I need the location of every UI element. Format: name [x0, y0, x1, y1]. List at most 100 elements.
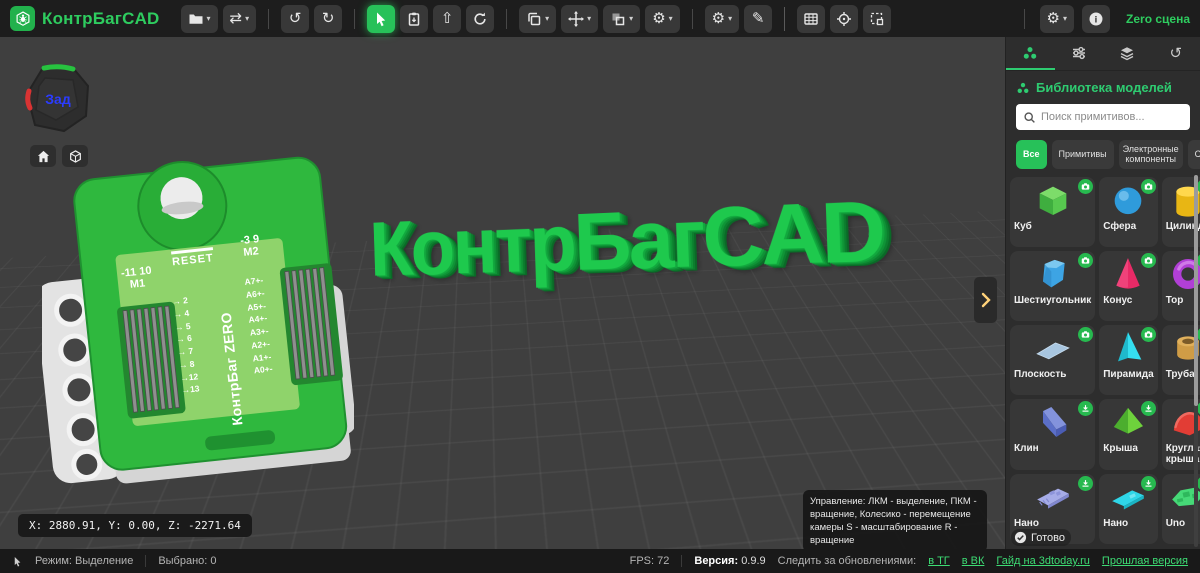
- cursor-icon: [14, 556, 21, 566]
- redo-icon: ↻: [321, 9, 335, 27]
- model-card-nano-cyan[interactable]: Нано: [1099, 473, 1158, 544]
- history-icon: ↺: [1169, 43, 1183, 62]
- clipboard-icon: [408, 12, 420, 26]
- gears-icon: ⚙: [652, 9, 666, 27]
- model-name: Куб: [1014, 220, 1032, 232]
- undo-button[interactable]: ↺: [281, 4, 310, 33]
- folder-icon: [189, 14, 203, 24]
- crosshair-icon: [837, 11, 852, 26]
- tab-properties[interactable]: [1055, 37, 1104, 70]
- filter-community[interactable]: Сообщ: [1187, 140, 1200, 169]
- controller-model-object[interactable]: -11 10 M1 RESET -3 9 M2 КонтрБаг ZERO → …: [35, 149, 356, 485]
- import-export-button[interactable]: ⇄ ▾: [222, 4, 257, 33]
- redo-button[interactable]: ↻: [314, 4, 343, 33]
- move-arrows-icon: [568, 10, 585, 27]
- edit-pencil-button[interactable]: ✎: [744, 4, 773, 33]
- fps-label: FPS: 72: [629, 555, 670, 567]
- cached-badge-icon: [1078, 252, 1094, 268]
- toolbar-divider: [268, 8, 270, 29]
- move-tool-button[interactable]: ▾: [561, 4, 599, 33]
- model-name: Клин: [1014, 442, 1039, 454]
- search-box: [1016, 104, 1190, 130]
- toolbar-divider: [784, 6, 786, 31]
- check-circle-icon: [1014, 531, 1027, 544]
- duplicate-tool-button[interactable]: ▾: [603, 4, 641, 33]
- top-toolbar: КонтрБагCAD ▾ ⇄ ▾ ↺ ↻ ⇧ ▾ ▾ ▾ ⚙ ▾ ⚙ ▾ ✎ …: [0, 0, 1200, 37]
- chevron-down-icon: ▾: [245, 14, 250, 23]
- model-name: Нано: [1103, 517, 1129, 529]
- status-toast-text: Готово: [1031, 531, 1065, 544]
- view-cube-face-label: Зад: [45, 91, 71, 107]
- export-up-button[interactable]: ⇧: [433, 4, 462, 33]
- tab-model-library[interactable]: [1006, 37, 1055, 70]
- grid-toggle-button[interactable]: [797, 4, 826, 33]
- library-scrollbar[interactable]: [1194, 174, 1198, 547]
- model-card-plane[interactable]: Плоскость: [1010, 324, 1096, 395]
- tab-history[interactable]: ↺: [1152, 37, 1200, 70]
- chevron-down-icon: ▾: [587, 14, 592, 23]
- search-input[interactable]: [1041, 111, 1183, 123]
- modifiers-button[interactable]: ⚙ ▾: [645, 4, 680, 33]
- model-card-wedge[interactable]: Клин: [1010, 398, 1096, 470]
- cached-badge-icon: [1140, 252, 1156, 268]
- primitives-icon: [1017, 82, 1029, 93]
- scrollbar-thumb[interactable]: [1194, 174, 1198, 406]
- svg-text:i: i: [1095, 14, 1098, 25]
- model-name: Пирамида: [1103, 368, 1154, 380]
- sidebar-collapse-button[interactable]: [974, 277, 997, 323]
- app-settings-button[interactable]: ⚙ ▾: [1039, 4, 1075, 33]
- filter-all[interactable]: Все: [1016, 140, 1047, 169]
- chevron-down-icon: ▾: [1063, 14, 1068, 23]
- info-icon: i: [1089, 12, 1103, 25]
- chevron-right-icon: [981, 292, 991, 308]
- version-value: 0.9.9: [741, 555, 766, 567]
- view-cube[interactable]: Зад: [18, 59, 98, 139]
- version-label: Версия:: [694, 555, 739, 567]
- right-sidebar: ↺ Библиотека моделей Все Примитивы Элект…: [1005, 37, 1200, 549]
- mode-label: Режим: Выделение: [35, 555, 134, 567]
- filter-electronics[interactable]: Электронные компоненты: [1118, 140, 1183, 169]
- gear-icon: ⚙: [711, 9, 726, 27]
- sync-button[interactable]: [466, 4, 495, 33]
- gear-icon: ⚙: [1046, 9, 1060, 27]
- download-badge-icon: [1078, 400, 1094, 416]
- model-card-cone[interactable]: Конус: [1099, 250, 1158, 321]
- previous-version-link[interactable]: Прошлая версия: [1102, 555, 1188, 567]
- layers-icon: [1120, 46, 1134, 60]
- statusbar-right-group: FPS: 72 Версия: 0.9.9 Следить за обновле…: [630, 555, 1188, 567]
- model-card-hex-prism[interactable]: Шестиугольник: [1010, 250, 1096, 321]
- model-card-cube[interactable]: Куб: [1010, 176, 1096, 247]
- app-window: КонтрБагCAD ▾ ⇄ ▾ ↺ ↻ ⇧ ▾ ▾ ▾ ⚙ ▾ ⚙ ▾ ✎ …: [0, 0, 1200, 573]
- select-tool-button[interactable]: [367, 4, 396, 33]
- info-button[interactable]: i: [1082, 4, 1111, 33]
- guide-link[interactable]: Гайд на 3dtoday.ru: [996, 555, 1090, 567]
- app-title: КонтрБагCAD: [42, 8, 160, 28]
- model-name: Конус: [1103, 294, 1133, 306]
- tab-layers[interactable]: [1103, 37, 1152, 70]
- vk-link[interactable]: в ВК: [962, 555, 985, 567]
- statusbar-divider: [145, 555, 147, 567]
- arrow-up-icon: ⇧: [440, 9, 454, 27]
- paste-button[interactable]: [400, 4, 429, 33]
- model-card-roof[interactable]: Крыша: [1099, 398, 1158, 470]
- viewport-3d-canvas[interactable]: Зад -11 10 M1 RESET -3 9 M2 КонтрБаг ZER…: [0, 37, 1005, 549]
- cached-badge-icon: [1078, 178, 1094, 194]
- cursor-icon: [377, 12, 386, 26]
- origin-button[interactable]: [830, 4, 859, 33]
- library-title: Библиотека моделей: [1036, 80, 1172, 95]
- scene-3d-text-object[interactable]: КонтрБагCAD: [368, 175, 1005, 294]
- toolbar-divider: [506, 8, 508, 29]
- copy-tool-button[interactable]: ▾: [519, 4, 557, 33]
- model-name: Сфера: [1103, 220, 1137, 232]
- filter-primitives[interactable]: Примитивы: [1051, 140, 1114, 169]
- cached-badge-icon: [1140, 326, 1156, 342]
- primitives-icon: [1024, 46, 1037, 59]
- model-card-pyramid[interactable]: Пирамида: [1099, 324, 1158, 395]
- open-file-button[interactable]: ▾: [180, 4, 218, 33]
- filter-chips: Все Примитивы Электронные компоненты Соо…: [1016, 140, 1200, 169]
- download-badge-icon: [1078, 475, 1094, 491]
- telegram-link[interactable]: в ТГ: [928, 555, 950, 567]
- settings-tool-button[interactable]: ⚙ ▾: [704, 4, 740, 33]
- model-card-sphere[interactable]: Сфера: [1099, 176, 1158, 247]
- frame-select-button[interactable]: [863, 4, 892, 33]
